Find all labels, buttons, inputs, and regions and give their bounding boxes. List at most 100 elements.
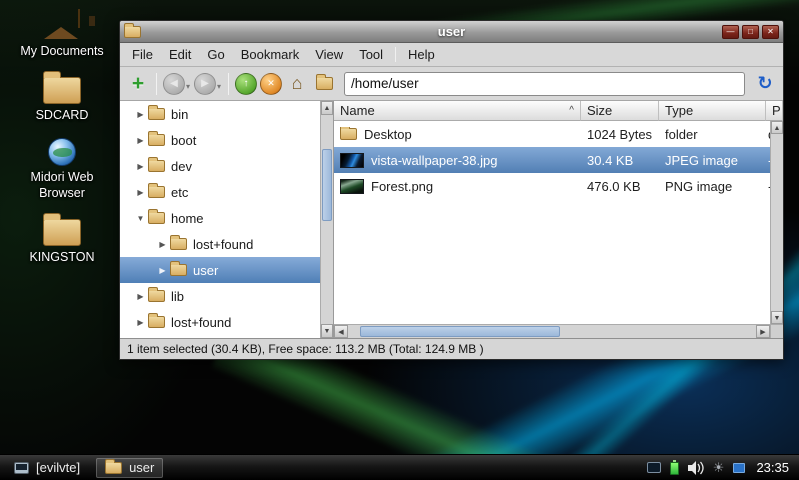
terminal-icon (14, 461, 29, 474)
column-header-permissions[interactable]: P (766, 101, 783, 121)
file-name-cell: vista-wallpaper-38.jpg (334, 152, 581, 168)
file-icon (340, 178, 364, 194)
desktop-icon-label: SDCARD (35, 108, 89, 122)
file-size-cell: 1024 Bytes (587, 126, 653, 142)
menu-tool[interactable]: Tool (351, 45, 391, 64)
menu-bookmark[interactable]: Bookmark (233, 45, 308, 64)
forward-button[interactable]: ▶ (194, 72, 217, 95)
menu-file[interactable]: File (124, 45, 161, 64)
path-input[interactable] (344, 71, 745, 96)
minimize-button[interactable]: — (722, 24, 739, 39)
menu-divider (395, 47, 397, 62)
taskbar: [evilvte] user ☀ 23:35 (0, 454, 799, 480)
expander-icon[interactable]: ▶ (155, 240, 170, 249)
expander-icon[interactable]: ▶ (133, 162, 148, 171)
folder-icon (148, 209, 165, 224)
stop-button[interactable]: ✕ (260, 72, 283, 95)
scroll-down-icon[interactable]: ▼ (771, 311, 783, 324)
desktop-icon-label: KINGSTON (29, 250, 95, 264)
back-button[interactable]: ◀ (163, 72, 185, 95)
go-button[interactable]: ↻ (753, 72, 777, 96)
titlebar[interactable]: user — □ ✕ (120, 21, 783, 43)
desktop-icon-sdcard[interactable]: SDCARD (14, 70, 110, 124)
network-icon[interactable] (733, 462, 746, 473)
back-dropdown-icon[interactable]: ▾ (186, 82, 190, 91)
scroll-thumb[interactable] (322, 149, 332, 221)
forward-dropdown-icon[interactable]: ▾ (217, 82, 221, 91)
column-header-type[interactable]: Type (659, 101, 766, 121)
home-button[interactable]: ⌂ (285, 72, 309, 96)
volume-icon[interactable] (687, 460, 704, 475)
maximize-button[interactable]: □ (742, 24, 759, 39)
expander-icon[interactable]: ▶ (133, 110, 148, 119)
scroll-down-icon[interactable]: ▼ (321, 324, 333, 338)
desktop: My Documents SDCARD Midori Web Browser K… (0, 0, 799, 480)
tree-item[interactable]: ▼ home (120, 205, 320, 231)
file-name: Forest.png (371, 178, 434, 194)
new-tab-button[interactable]: + (126, 72, 150, 96)
expander-icon[interactable]: ▶ (133, 136, 148, 145)
tree-item[interactable]: ▶ dev (120, 153, 320, 179)
file-row[interactable]: Forest.png 476.0 KB PNG image - (334, 173, 770, 199)
expander-icon[interactable]: ▶ (133, 292, 148, 301)
file-list-pane: Name ^ Size Type P Desktop 1024 Bytes fo… (334, 101, 783, 338)
task-evilvte[interactable]: [evilvte] (6, 458, 88, 478)
scroll-thumb[interactable] (360, 326, 560, 337)
display-icon[interactable] (646, 462, 661, 473)
tree-item[interactable]: ▶ etc (120, 179, 320, 205)
file-icon (340, 152, 364, 168)
tree-item[interactable]: ▶ bin (120, 101, 320, 127)
folder-icon (43, 71, 81, 104)
scroll-left-icon[interactable]: ◀ (334, 325, 348, 338)
tree-item[interactable]: ▶ lib (120, 283, 320, 309)
file-name-cell: Desktop (334, 126, 581, 142)
directory-tree: ▶ bin ▶ boot ▶ dev ▶ etc ▼ home ▶ lost+f… (120, 101, 320, 338)
file-row[interactable]: Desktop 1024 Bytes folder d (334, 121, 770, 147)
folder-icon (148, 183, 165, 198)
clock: 23:35 (756, 460, 789, 475)
expander-icon[interactable]: ▼ (133, 214, 148, 223)
tree-item-label: boot (171, 132, 197, 148)
globe-icon (48, 138, 76, 166)
tree-item[interactable]: ▶ lost+found (120, 231, 320, 257)
tree-item[interactable]: ▶ lost+found (120, 309, 320, 335)
file-name-cell: Forest.png (334, 178, 581, 194)
column-label: Name (340, 103, 375, 118)
go-arrow-icon: ↻ (757, 73, 773, 93)
window-folder-icon (124, 22, 141, 38)
home-icon (44, 9, 95, 40)
task-user[interactable]: user (96, 457, 164, 478)
file-list-hscrollbar[interactable]: ◀ ▶ (334, 324, 770, 338)
tree-item-label: bin (171, 106, 189, 122)
brightness-icon[interactable]: ☀ (713, 461, 725, 474)
expander-icon[interactable]: ▶ (133, 318, 148, 327)
column-header-name[interactable]: Name ^ (334, 101, 581, 121)
menu-edit[interactable]: Edit (161, 45, 199, 64)
file-list-vscrollbar[interactable]: ▲ ▼ (770, 121, 783, 324)
folder-button[interactable] (312, 72, 336, 96)
tree-item[interactable]: ▶ boot (120, 127, 320, 153)
scroll-right-icon[interactable]: ▶ (756, 325, 770, 338)
column-header-size[interactable]: Size (581, 101, 659, 121)
file-row[interactable]: vista-wallpaper-38.jpg 30.4 KB JPEG imag… (334, 147, 770, 173)
menu-help[interactable]: Help (400, 45, 443, 64)
scroll-up-icon[interactable]: ▲ (321, 101, 333, 115)
menu-view[interactable]: View (307, 45, 351, 64)
scroll-track[interactable] (348, 325, 756, 338)
desktop-icon-my-documents[interactable]: My Documents (14, 9, 110, 60)
scroll-up-icon[interactable]: ▲ (771, 121, 783, 134)
expander-icon[interactable]: ▶ (155, 266, 170, 275)
tree-item[interactable]: ▶ user (120, 257, 320, 283)
file-list-header: Name ^ Size Type P (334, 101, 783, 121)
battery-icon[interactable] (669, 459, 679, 475)
window-title: user (437, 24, 466, 39)
tree-scrollbar[interactable]: ▲ ▼ (320, 101, 334, 338)
file-type-cell: folder (665, 126, 698, 142)
close-button[interactable]: ✕ (762, 24, 779, 39)
desktop-icon-kingston[interactable]: KINGSTON (14, 212, 110, 266)
expander-icon[interactable]: ▶ (133, 188, 148, 197)
up-button[interactable]: ↑ (235, 72, 258, 95)
file-size-cell: 30.4 KB (587, 152, 634, 168)
desktop-icon-midori[interactable]: Midori Web Browser (14, 138, 110, 201)
menu-go[interactable]: Go (199, 45, 232, 64)
